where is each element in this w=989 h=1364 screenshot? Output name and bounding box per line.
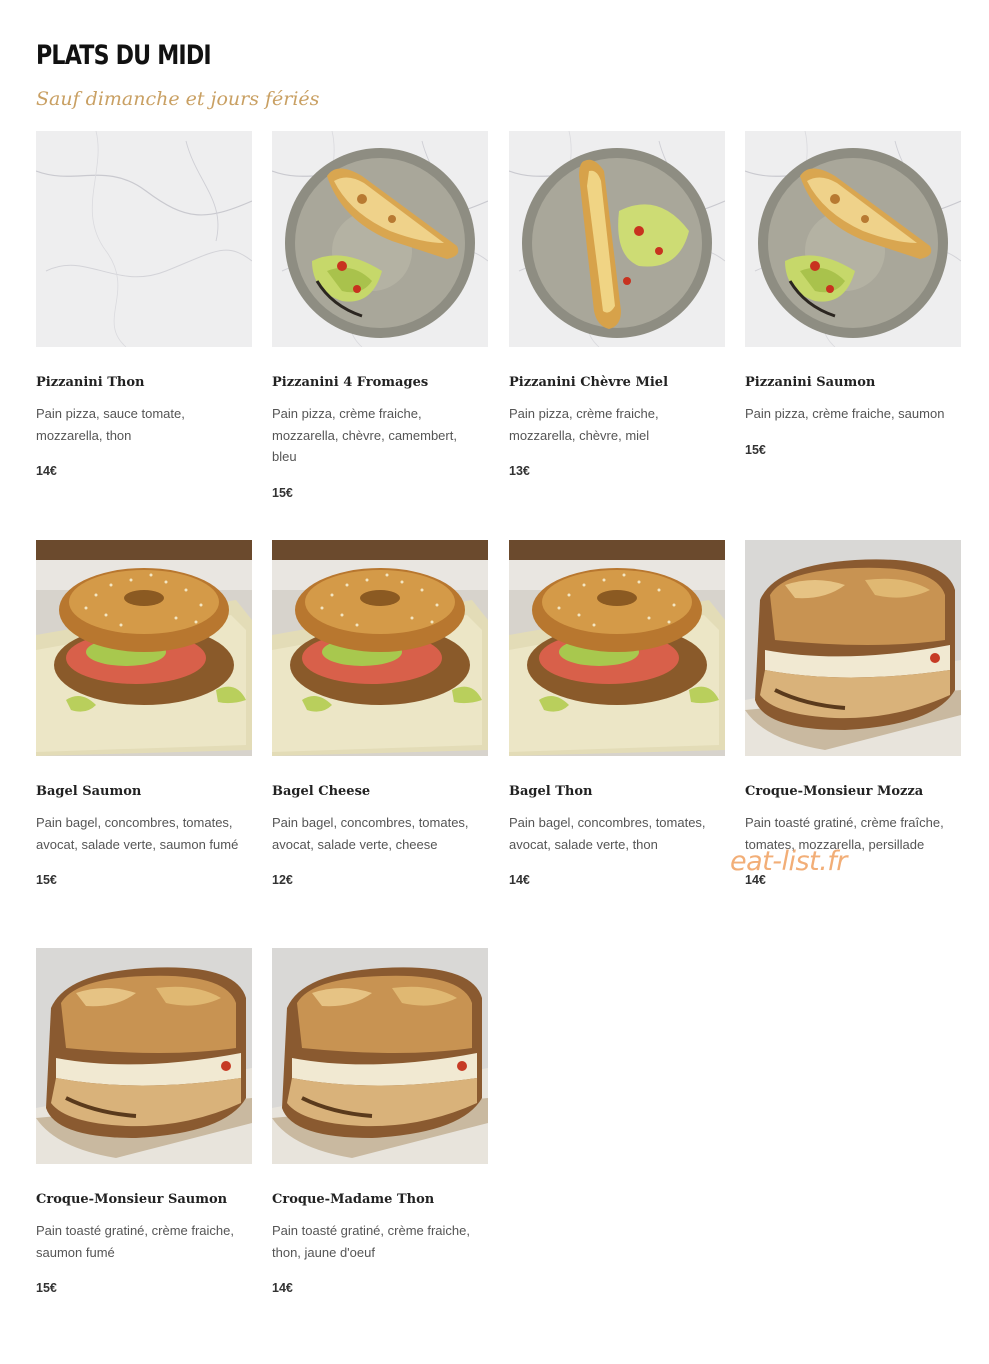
dish-price: 15€ <box>36 1281 57 1295</box>
dish-name: Pizzanini Thon <box>36 375 145 390</box>
dish-photo <box>745 540 961 756</box>
menu-item-card: Bagel Cheese Pain bagel, concombres, tom… <box>272 540 488 887</box>
dish-photo <box>272 131 488 347</box>
dish-name: Croque-Madame Thon <box>272 1192 435 1207</box>
menu-item-card: Pizzanini 4 Fromages Pain pizza, crème f… <box>272 131 488 500</box>
dish-price: 15€ <box>745 442 766 457</box>
menu-item-card: Bagel Thon Pain bagel, concombres, tomat… <box>509 540 725 887</box>
menu-item-card: Croque-Madame Thon Pain toasté gratiné, … <box>272 948 488 1295</box>
dish-price: 15€ <box>36 873 57 887</box>
dish-description: Pain pizza, crème fraiche, mozzarella, c… <box>509 406 659 443</box>
dish-price: 14€ <box>272 1281 293 1295</box>
dish-photo <box>36 540 252 756</box>
dish-description: Pain bagel, concombres, tomates, avocat,… <box>509 815 706 852</box>
site-watermark: eat-list.fr <box>730 846 847 877</box>
dish-price: 12€ <box>272 873 293 887</box>
dish-description: Pain pizza, crème fraiche, saumon <box>745 406 945 421</box>
dish-photo <box>509 131 725 347</box>
dish-photo <box>509 540 725 756</box>
dish-price: 13€ <box>509 464 530 478</box>
dish-price: 14€ <box>36 464 57 478</box>
dish-photo <box>745 131 961 347</box>
menu-item-card: Pizzanini Thon Pain pizza, sauce tomate,… <box>36 131 252 478</box>
dish-description: Pain pizza, sauce tomate, mozzarella, th… <box>36 406 185 443</box>
dish-description: Pain bagel, concombres, tomates, avocat,… <box>272 815 469 852</box>
dish-name: Pizzanini 4 Fromages <box>272 375 429 390</box>
dish-photo <box>272 540 488 756</box>
dish-price: 15€ <box>272 485 293 500</box>
dish-price: 14€ <box>509 873 530 887</box>
menu-item-card: Pizzanini Saumon Pain pizza, crème fraic… <box>745 131 961 457</box>
section-subtitle: Sauf dimanche et jours fériés <box>36 88 320 110</box>
dish-name: Croque-Monsieur Saumon <box>36 1192 228 1207</box>
dish-photo <box>272 948 488 1164</box>
dish-description: Pain bagel, concombres, tomates, avocat,… <box>36 815 239 852</box>
dish-name: Bagel Saumon <box>36 784 142 799</box>
section-title: PLATS DU MIDI <box>36 40 212 71</box>
dish-description: Pain toasté gratiné, crème fraiche, thon… <box>272 1223 470 1260</box>
menu-item-card: Croque-Monsieur Mozza Pain toasté gratin… <box>745 540 961 887</box>
dish-name: Pizzanini Saumon <box>745 375 876 390</box>
dish-name: Bagel Thon <box>509 784 593 799</box>
dish-photo <box>36 131 252 347</box>
menu-item-card: Bagel Saumon Pain bagel, concombres, tom… <box>36 540 252 887</box>
dish-name: Croque-Monsieur Mozza <box>745 784 924 799</box>
menu-item-card: Croque-Monsieur Saumon Pain toasté grati… <box>36 948 252 1295</box>
dish-description: Pain pizza, crème fraiche, mozzarella, c… <box>272 406 457 464</box>
dish-name: Bagel Cheese <box>272 784 371 799</box>
dish-description: Pain toasté gratiné, crème fraiche, saum… <box>36 1223 234 1260</box>
dish-photo <box>36 948 252 1164</box>
dish-name: Pizzanini Chèvre Miel <box>509 375 669 390</box>
menu-item-card: Pizzanini Chèvre Miel Pain pizza, crème … <box>509 131 725 478</box>
